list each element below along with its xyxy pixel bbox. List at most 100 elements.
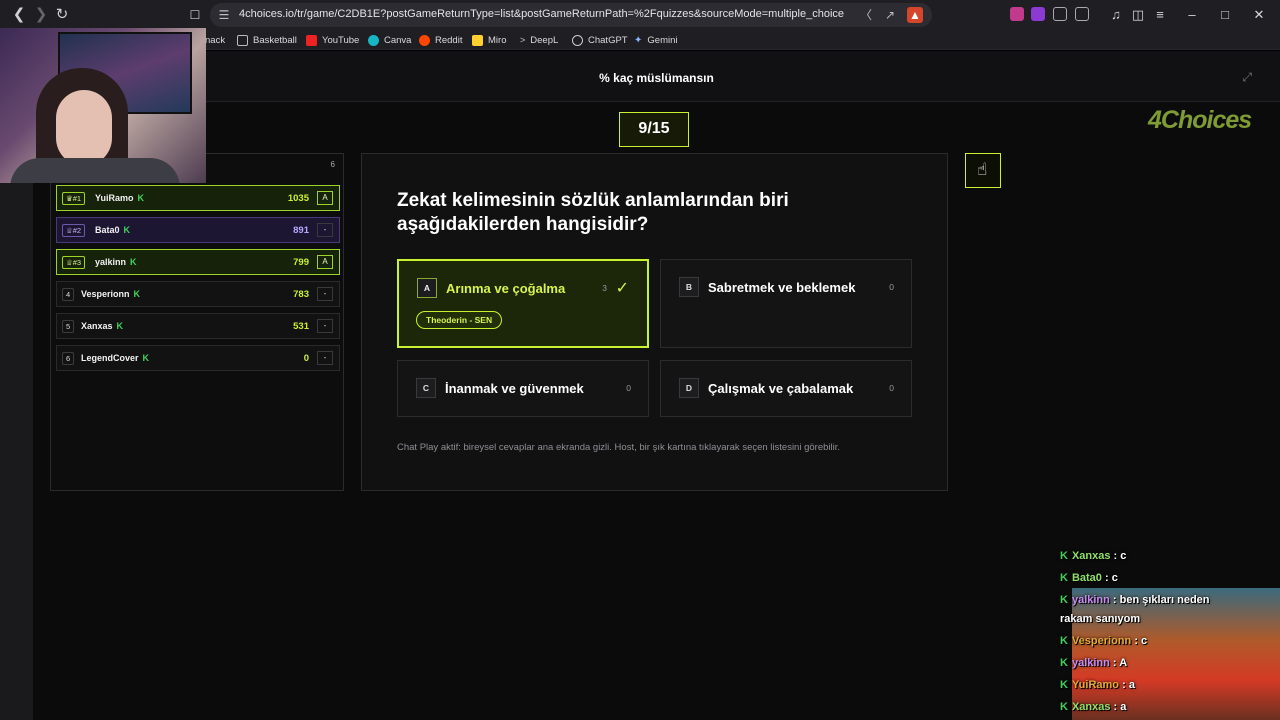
- option-text: Arınma ve çoğalma: [446, 281, 566, 296]
- player-score: 0: [303, 353, 309, 364]
- player-score: 531: [293, 321, 309, 332]
- player-name: YuiRamo: [95, 193, 134, 203]
- option-letter: B: [679, 277, 699, 297]
- translate-icon[interactable]: 〈: [858, 7, 874, 23]
- menu-icon[interactable]: ≡: [1150, 5, 1170, 25]
- option-a-card[interactable]: A Arınma ve çoğalma 3 ✓ Theoderin - SEN: [397, 259, 649, 348]
- chatgpt-icon: [572, 34, 583, 46]
- miro-icon: [472, 34, 483, 46]
- player-rank: 5: [62, 320, 75, 333]
- folder-icon: [237, 34, 248, 46]
- kick-icon: K: [116, 321, 124, 331]
- chat-message: K Xanxas : a: [1060, 701, 1127, 713]
- player-rank: 6: [62, 352, 75, 365]
- bookmark-item[interactable]: nack: [205, 33, 225, 47]
- hand-cursor-icon: ☝: [977, 160, 988, 179]
- option-text: İnanmak ve güvenmek: [445, 381, 584, 396]
- option-letter: D: [679, 378, 699, 398]
- bookmark-item[interactable]: Canva: [368, 33, 411, 47]
- bookmark-item[interactable]: YouTube: [306, 33, 359, 47]
- forward-icon[interactable]: ❯: [32, 6, 50, 24]
- share-icon[interactable]: ↗: [882, 7, 898, 23]
- player-name: Vesperionn: [81, 289, 130, 299]
- bookmark-item[interactable]: ChatGPT: [572, 33, 628, 47]
- minimize-icon[interactable]: –: [1182, 5, 1202, 25]
- option-d-card[interactable]: D Çalışmak ve çabalamak 0: [660, 360, 912, 417]
- kick-icon: K: [1060, 594, 1068, 606]
- reload-icon[interactable]: ↻: [53, 6, 71, 24]
- streamer-shirt: [10, 158, 180, 183]
- option-text: Sabretmek ve beklemek: [708, 280, 856, 295]
- kick-icon: K: [1060, 679, 1068, 691]
- gemini-icon: ✦: [634, 34, 643, 46]
- bookmark-item[interactable]: > DeepL: [520, 33, 558, 47]
- option-letter: C: [416, 378, 436, 398]
- kick-icon: K: [1060, 635, 1068, 647]
- leaderboard-row: ♛#1 YuiRamo K 1035 A: [56, 185, 340, 211]
- leaderboard-row: 4 Vesperionn K 783 -: [56, 281, 340, 307]
- kick-icon: K: [142, 353, 150, 363]
- leaderboard-row: ♕#2 Bata0 K 891 -: [56, 217, 340, 243]
- chat-message-continued: rakam sanıyom: [1060, 613, 1141, 625]
- leaderboard-row: 6 LegendCover K 0 -: [56, 345, 340, 371]
- option-count: 0: [626, 383, 631, 393]
- kick-icon: K: [1060, 550, 1068, 562]
- sidebar-icon[interactable]: ◫: [1128, 5, 1148, 25]
- bookmark-item[interactable]: ✦ Gemini: [634, 33, 677, 47]
- crown-icon: ♛#1: [62, 192, 86, 205]
- chat-play-note: Chat Play aktif: bireysel cevaplar ana e…: [397, 442, 841, 453]
- back-icon[interactable]: ❮: [10, 6, 28, 24]
- streamer-face: [56, 90, 112, 166]
- address-bar[interactable]: ☰ 4choices.io/tr/game/C2DB1E?postGameRet…: [210, 3, 932, 27]
- medal-icon: ♕#2: [62, 224, 86, 237]
- brave-shield-icon[interactable]: ▲: [907, 7, 923, 23]
- extension-icon[interactable]: [1031, 7, 1045, 21]
- bookmark-item[interactable]: Miro: [472, 33, 506, 47]
- canva-icon: [368, 34, 379, 46]
- option-count: 0: [889, 383, 894, 393]
- player-answer: A: [317, 255, 333, 269]
- music-icon[interactable]: ♫: [1106, 5, 1126, 25]
- extension-icon[interactable]: [1010, 7, 1024, 21]
- puzzle-icon[interactable]: [1053, 7, 1067, 21]
- player-answer: -: [317, 319, 333, 333]
- bookmark-item[interactable]: Reddit: [419, 33, 462, 47]
- player-score: 783: [293, 289, 309, 300]
- player-name: Xanxas: [81, 321, 113, 331]
- player-score: 891: [293, 225, 309, 236]
- option-text: Çalışmak ve çabalamak: [708, 381, 854, 396]
- close-icon[interactable]: ✕: [1249, 5, 1269, 25]
- chat-message: K YuiRamo : a: [1060, 679, 1135, 691]
- kick-icon: K: [133, 289, 141, 299]
- player-name: yalkinn: [95, 257, 127, 267]
- bookmark-item[interactable]: Basketball: [237, 33, 297, 47]
- player-name: LegendCover: [81, 353, 139, 363]
- chat-message: K Vesperionn : c: [1060, 635, 1148, 647]
- chat-message: Kyalkinn : A: [1060, 657, 1128, 669]
- reddit-icon: [419, 34, 430, 46]
- option-b-card[interactable]: B Sabretmek ve beklemek 0: [660, 259, 912, 348]
- player-score: 1035: [287, 193, 309, 204]
- player-answer: -: [317, 223, 333, 237]
- deepl-icon: >: [520, 35, 526, 45]
- leaderboard-row: 5 Xanxas K 531 -: [56, 313, 340, 339]
- medal-icon: ♕#3: [62, 256, 86, 269]
- extension-icon[interactable]: [1075, 7, 1089, 21]
- question-text: Zekat kelimesinin sözlük anlamlarından b…: [397, 190, 789, 235]
- youtube-icon: [306, 34, 317, 46]
- player-answer: A: [317, 191, 333, 205]
- kick-icon: K: [130, 257, 137, 267]
- site-info-icon[interactable]: ☰: [216, 7, 232, 23]
- host-control-button[interactable]: ☝: [965, 153, 1001, 188]
- option-c-card[interactable]: C İnanmak ve güvenmek 0: [397, 360, 649, 417]
- leaderboard-row: ♕#3 yalkinn K 799 A: [56, 249, 340, 275]
- maximize-icon[interactable]: □: [1215, 5, 1235, 25]
- url-text: 4choices.io/tr/game/C2DB1E?postGameRetur…: [239, 8, 845, 20]
- fullscreen-icon[interactable]: ⤢: [1242, 70, 1252, 85]
- bookmark-icon[interactable]: ☐: [186, 6, 204, 24]
- kick-icon: K: [137, 193, 145, 203]
- player-score: 799: [293, 257, 309, 268]
- chat-message: K Xanxas : c: [1060, 550, 1127, 562]
- kick-icon: K: [123, 225, 131, 235]
- player-answer: -: [317, 287, 333, 301]
